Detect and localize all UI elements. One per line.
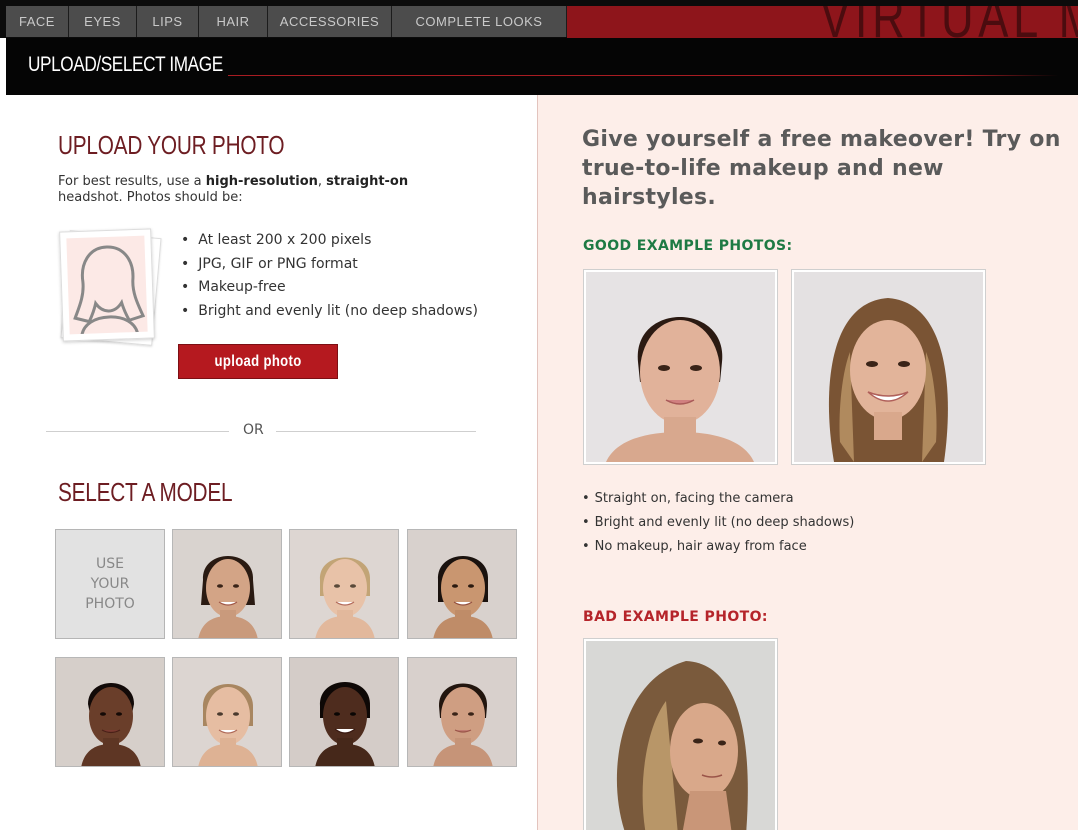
list-item: Bright and evenly lit (no deep shadows) <box>582 511 855 535</box>
photo-requirements-list: At least 200 x 200 pixels JPG, GIF or PN… <box>181 229 478 323</box>
list-item: Straight on, facing the camera <box>582 487 854 511</box>
model-face-image <box>408 530 516 638</box>
intro-bold-resolution: high-resolution <box>205 174 318 189</box>
good-example-photo-1 <box>583 269 778 465</box>
example-face-image <box>586 272 775 462</box>
avatar-silhouette-icon <box>59 228 162 348</box>
tab-lips[interactable]: LIPS <box>137 6 199 37</box>
intro-text: For best results, use a <box>58 174 206 189</box>
upload-photo-button-label: upload photo <box>214 352 302 370</box>
model-face-image <box>173 530 281 638</box>
makeover-tagline: Give yourself a free makeover! Try on tr… <box>582 127 1061 210</box>
model-tile[interactable] <box>289 529 399 639</box>
category-tabs: FACE EYES LIPS HAIR ACCESSORIES COMPLETE… <box>6 6 567 37</box>
upload-heading: UPLOAD YOUR PHOTO <box>58 130 285 160</box>
use-your-photo-tile[interactable]: USE YOUR PHOTO <box>55 529 165 639</box>
tab-complete-looks[interactable]: COMPLETE LOOKS <box>392 6 567 37</box>
photo-tips-list: Straight on, facing the camera Bright an… <box>582 487 855 559</box>
model-face-image <box>56 658 164 766</box>
photo-card-front <box>59 228 155 342</box>
model-tile[interactable] <box>55 657 165 767</box>
list-item: Bright and evenly lit (no deep shadows) <box>181 300 478 324</box>
model-tile[interactable] <box>407 529 517 639</box>
intro-text: headshot. Photos should be: <box>58 190 243 205</box>
upload-instructions: For best results, use a high-resolution,… <box>58 174 438 206</box>
bad-example-photo <box>583 638 778 830</box>
right-panel: Give yourself a free makeover! Try on tr… <box>537 95 1078 830</box>
model-face-image <box>290 530 398 638</box>
model-face-image <box>290 658 398 766</box>
page: FACE EYES LIPS HAIR ACCESSORIES COMPLETE… <box>0 0 1078 830</box>
tab-face[interactable]: FACE <box>6 6 69 37</box>
divider-line <box>46 431 229 432</box>
brand-logo-text: VIRTUAL M <box>820 6 1078 38</box>
intro-text: , <box>317 174 327 189</box>
list-item: At least 200 x 200 pixels <box>181 229 478 253</box>
bad-example-heading: BAD EXAMPLE PHOTO: <box>583 609 768 625</box>
left-panel: UPLOAD YOUR PHOTO For best results, use … <box>6 95 537 830</box>
tab-hair[interactable]: HAIR <box>199 6 268 37</box>
intro-bold-straight-on: straight-on <box>326 174 409 189</box>
model-face-image <box>408 658 516 766</box>
example-face-image <box>794 272 983 462</box>
select-model-heading: SELECT A MODEL <box>58 477 233 507</box>
list-item: Makeup-free <box>181 276 478 300</box>
or-divider: OR <box>46 421 476 441</box>
or-label: OR <box>243 422 264 438</box>
top-nav: FACE EYES LIPS HAIR ACCESSORIES COMPLETE… <box>0 0 1078 38</box>
model-tile[interactable] <box>172 529 282 639</box>
model-face-image <box>173 658 281 766</box>
good-examples-heading: GOOD EXAMPLE PHOTOS: <box>583 238 793 254</box>
page-title: UPLOAD/SELECT IMAGE <box>28 53 223 76</box>
brand-banner: VIRTUAL M <box>567 6 1078 38</box>
model-tile[interactable] <box>289 657 399 767</box>
upload-photo-button[interactable]: upload photo <box>178 344 338 379</box>
list-item: No makeup, hair away from face <box>582 535 854 559</box>
model-tile[interactable] <box>172 657 282 767</box>
list-item: JPG, GIF or PNG format <box>181 253 478 277</box>
good-example-photo-2 <box>791 269 986 465</box>
tab-eyes[interactable]: EYES <box>69 6 137 37</box>
model-tile[interactable] <box>407 657 517 767</box>
title-underline <box>228 75 1058 76</box>
use-your-photo-label: USE YOUR PHOTO <box>85 556 135 612</box>
tab-accessories[interactable]: ACCESSORIES <box>268 6 392 37</box>
example-face-image <box>586 641 775 830</box>
title-bar: UPLOAD/SELECT IMAGE <box>6 38 1078 95</box>
divider-line <box>276 431 476 432</box>
